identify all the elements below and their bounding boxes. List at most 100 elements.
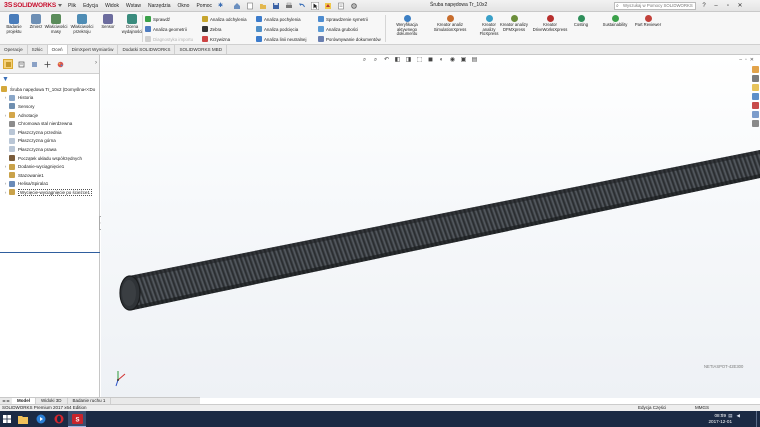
apply-scene-icon[interactable]: ▣ [460, 57, 467, 64]
more-tabs-icon[interactable]: › [95, 60, 97, 66]
graphics-area[interactable]: NETIASPOT-42E300 [101, 55, 760, 398]
costing-button[interactable]: Costing [570, 15, 592, 28]
sustainability-button[interactable]: Sustainability [596, 15, 634, 28]
taskbar-media[interactable] [32, 411, 50, 427]
analiza-podciecia-button[interactable]: Analiza podcięcia [256, 26, 298, 32]
minimize-button[interactable]: – [712, 2, 720, 10]
show-desktop-button[interactable] [756, 411, 760, 427]
wlasciwosci-przekroju-button[interactable]: Właściwości przekroju [68, 14, 96, 34]
tree-item[interactable]: Stazowanie1 [0, 171, 100, 180]
zoom-to-fit-icon[interactable]: ⌕ [361, 57, 368, 64]
custom-properties-icon[interactable] [751, 111, 759, 118]
tab-4[interactable]: Dodatki SOLIDWORKS [118, 45, 176, 54]
tree-item[interactable]: Płaszczyzna górna [0, 137, 100, 146]
menu-item[interactable]: Plik [68, 3, 76, 9]
save-icon[interactable] [272, 2, 280, 10]
kreator-floxpress-button[interactable]: Kreator analizy FloXpress [478, 15, 500, 37]
select-icon[interactable] [311, 1, 319, 10]
doc-minimize-icon[interactable]: – [739, 57, 742, 63]
options-icon[interactable] [350, 2, 358, 10]
pin-menu-icon[interactable]: ✱ [218, 2, 223, 9]
part-reviewer-button[interactable]: Part Reviewer [634, 15, 662, 28]
view-settings-icon[interactable]: ▤ [471, 57, 478, 64]
tab-1[interactable]: Szkic [28, 45, 48, 54]
weryfikacja-button[interactable]: Weryfikacja aktywnego dokumentu [388, 15, 426, 37]
print-icon[interactable] [285, 2, 293, 10]
zebra-button[interactable]: Zebra [202, 26, 221, 32]
tree-item[interactable]: › Historia [0, 94, 100, 103]
doc-restore-icon[interactable]: ▫ [745, 57, 747, 63]
display-style-icon[interactable]: ◼ [427, 57, 434, 64]
tree-item[interactable]: Sensory [0, 102, 100, 111]
analiza-pochylenia-button[interactable]: Analiza pochylenia [256, 16, 301, 22]
view-palette-icon[interactable] [751, 93, 759, 100]
taskbar-opera[interactable] [50, 411, 68, 427]
tree-root-part[interactable]: Śruba napędowa Tr_10x2 (Domyślna<<Do [0, 85, 100, 94]
menu-item[interactable]: Widok [105, 3, 119, 9]
display-manager-tab-icon[interactable] [55, 59, 65, 69]
design-library-icon[interactable] [751, 75, 759, 82]
analiza-geometrii-button[interactable]: Analiza geometrii [145, 26, 187, 32]
sprawdzenie-symetrii-button[interactable]: Sprawdzenie symetrii [318, 16, 368, 22]
undo-icon[interactable] [298, 2, 306, 10]
dynamic-annotation-icon[interactable]: ◨ [405, 57, 412, 64]
sprawdz-button[interactable]: Sprawdź [145, 16, 170, 22]
taskbar-clock[interactable]: 08:59 2017-12-01 [709, 413, 733, 424]
windows-start-button[interactable] [0, 411, 14, 427]
expand-arrow-icon[interactable]: › [2, 164, 9, 169]
diagnostyka-importu-button[interactable]: Diagnostyka importu [145, 36, 193, 42]
menu-item[interactable]: Edycja [83, 3, 98, 9]
close-button[interactable]: ✕ [736, 2, 744, 10]
volume-icon[interactable]: ◀ [737, 413, 740, 419]
kreator-simulationxpress-button[interactable]: Kreator analiz SimulationXpress [430, 15, 470, 32]
rollback-bar[interactable] [0, 252, 100, 253]
tree-item[interactable]: › Adnotacje [0, 111, 100, 120]
tab-0[interactable]: Operacje [0, 45, 28, 54]
file-properties-icon[interactable] [337, 2, 345, 10]
threaded-rod-model[interactable] [101, 55, 760, 398]
expand-arrow-icon[interactable]: › [2, 181, 9, 186]
help-search-input[interactable]: ⌕ Wyszukaj w Pomocy SOLIDWORKS [614, 2, 696, 10]
tree-item[interactable]: Płaszczyzna przednia [0, 128, 100, 137]
filter-icon[interactable]: ▼ [2, 76, 9, 83]
taskbar-explorer[interactable] [14, 411, 32, 427]
help-icon[interactable]: ? [700, 2, 708, 10]
menu-item[interactable]: Pomoc [196, 3, 212, 9]
analiza-odchylenia-button[interactable]: Analiza odchylenia [202, 16, 247, 22]
new-document-icon[interactable] [246, 2, 254, 10]
configuration-manager-tab-icon[interactable] [29, 59, 39, 69]
edit-appearance-icon[interactable]: ◉ [449, 57, 456, 64]
tree-item[interactable]: Chromowa stal nierdzewna [0, 119, 100, 128]
wlasciwosci-masy-button[interactable]: Właściwości masy [42, 14, 70, 34]
tree-item[interactable]: › Dodanie-wyciągnięcie1 [0, 162, 100, 171]
dimxpert-manager-tab-icon[interactable] [42, 59, 52, 69]
analiza-grubosci-button[interactable]: Analiza grubości [318, 26, 358, 32]
zoom-area-icon[interactable]: ⌕ [372, 57, 379, 64]
expand-arrow-icon[interactable]: › [2, 190, 9, 195]
menu-item[interactable]: Okno [178, 3, 190, 9]
rebuild-icon[interactable] [324, 2, 332, 10]
expand-arrow-icon[interactable]: › [2, 95, 9, 100]
expand-arrow-icon[interactable]: › [2, 113, 9, 118]
doc-close-icon[interactable]: ✕ [750, 57, 754, 63]
kreator-dfmxpress-button[interactable]: Kreator analizy DFMXpress [500, 15, 528, 32]
tab-2[interactable]: Oceń [47, 45, 68, 54]
hide-show-items-icon[interactable]: ◐ [438, 57, 445, 64]
analiza-linii-neutralnej-button[interactable]: Analiza linii neutralnej [256, 36, 306, 42]
tab-5[interactable]: SOLIDWORKS MBD [175, 45, 228, 54]
tree-item[interactable]: Płaszczyzna prawa [0, 145, 100, 154]
menu-item[interactable]: Wstaw [126, 3, 141, 9]
view-orientation-icon[interactable]: ⬚ [416, 57, 423, 64]
section-view-icon[interactable]: ◧ [394, 57, 401, 64]
previous-view-icon[interactable]: ↶ [383, 57, 390, 64]
forum-icon[interactable] [751, 120, 759, 127]
open-icon[interactable] [259, 2, 267, 10]
property-manager-tab-icon[interactable] [16, 59, 26, 69]
appearances-icon[interactable] [751, 102, 759, 109]
maximize-button[interactable]: ▫ [724, 2, 732, 10]
solidworks-logo[interactable]: 3S SOLIDWORKS [0, 2, 64, 9]
taskbar-solidworks[interactable]: S [68, 411, 86, 427]
menu-item[interactable]: Narzędzia [148, 3, 171, 9]
porownywanie-dokumentow-button[interactable]: Porównywanie dokumentów [318, 36, 381, 42]
file-explorer-icon[interactable] [751, 84, 759, 91]
